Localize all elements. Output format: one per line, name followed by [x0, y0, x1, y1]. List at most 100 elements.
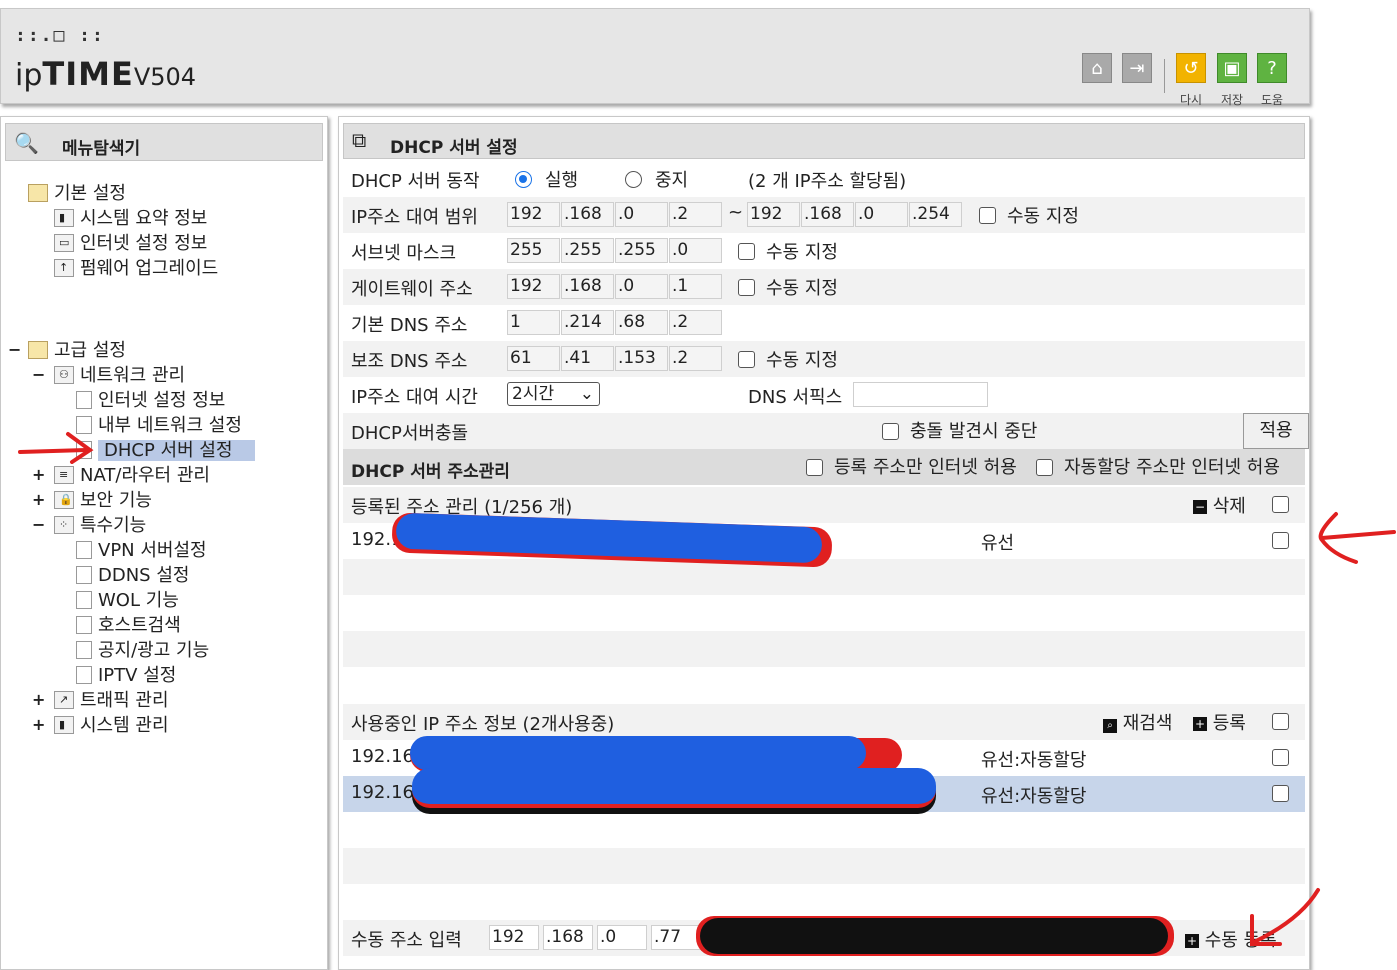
logout-icon[interactable]: ⇥ [1122, 53, 1152, 83]
secondary-dns-octet3[interactable]: .153 [615, 346, 668, 371]
apply-button[interactable]: 적용 [1243, 413, 1309, 449]
run-label: 실행 [545, 170, 579, 191]
secondary-dns-octet1[interactable]: 61 [507, 346, 560, 371]
register-button[interactable]: + 등록 [1193, 709, 1246, 735]
subnet-manual-checkbox[interactable] [738, 243, 755, 260]
chevron-down-icon: ⌄ [579, 384, 594, 404]
lease-time-value: 2시간 [512, 384, 555, 404]
collapse-icon[interactable]: − [8, 340, 21, 359]
sidebar-item-special-functions[interactable]: ⁘ 특수기능 [54, 514, 146, 538]
range-end-octet1[interactable]: 192 [747, 202, 800, 227]
subnet-octet3[interactable]: .255 [615, 238, 668, 263]
page-icon [76, 616, 92, 634]
subnet-octet1[interactable]: 255 [507, 238, 560, 263]
expand-icon[interactable]: + [32, 715, 45, 734]
subnet-manual-label: 수동 지정 [766, 242, 838, 263]
secondary-dns-row: 보조 DNS 주소 61 .41 .153 .2 수동 지정 [343, 341, 1305, 377]
registered-select-all-checkbox[interactable] [1272, 496, 1289, 513]
sidebar-item-internet-info[interactable]: ▭ 인터넷 설정 정보 [54, 232, 207, 256]
range-end-octet4[interactable]: .254 [909, 202, 962, 227]
conflict-row: DHCP서버충돌 충돌 발견시 중단 적용 [343, 413, 1309, 449]
sidebar-item-security[interactable]: 🔒 보안 기능 [54, 489, 152, 513]
secondary-dns-octet2[interactable]: .41 [561, 346, 614, 371]
sidebar-item-vpn[interactable]: VPN 서버설정 [76, 539, 207, 563]
sidebar-item-label: 기본 설정 [54, 183, 126, 204]
sidebar-item-traffic[interactable]: ↗ 트래픽 관리 [54, 689, 169, 713]
primary-dns-octet2[interactable]: .214 [561, 310, 614, 335]
range-end-octet2[interactable]: .168 [801, 202, 854, 227]
rescan-button[interactable]: ⌕ 재검색 [1103, 709, 1172, 735]
empty-row [343, 812, 1305, 848]
empty-row [343, 667, 1305, 703]
primary-dns-octet1[interactable]: 1 [507, 310, 560, 335]
sidebar-item-iptv[interactable]: IPTV 설정 [76, 664, 176, 688]
sidebar-item-advanced-settings[interactable]: 고급 설정 [28, 339, 126, 363]
sidebar-item-nat-router[interactable]: ≡ NAT/라우터 관리 [54, 464, 210, 488]
subnet-octet2[interactable]: .255 [561, 238, 614, 263]
gateway-octet3[interactable]: .0 [615, 274, 668, 299]
expand-icon[interactable]: + [32, 490, 45, 509]
sidebar-item-host-search[interactable]: 호스트검색 [76, 614, 181, 638]
manual-octet4[interactable]: .77 [651, 925, 701, 950]
row-checkbox[interactable] [1272, 532, 1289, 549]
in-use-select-all-checkbox[interactable] [1272, 713, 1289, 730]
redaction-scribble [700, 918, 1168, 954]
registered-only-checkbox[interactable] [806, 459, 823, 476]
primary-dns-octet4[interactable]: .2 [669, 310, 722, 335]
primary-dns-octet3[interactable]: .68 [615, 310, 668, 335]
radio-stop[interactable] [625, 171, 642, 188]
dns-suffix-input[interactable] [853, 382, 988, 407]
manual-octet2[interactable]: .168 [543, 925, 593, 950]
plus-icon: + [1193, 717, 1207, 731]
sidebar-item-label: DDNS 설정 [98, 565, 190, 586]
auto-only-checkbox[interactable] [1036, 459, 1053, 476]
page-icon [76, 591, 92, 609]
row-checkbox[interactable] [1272, 749, 1289, 766]
gateway-row: 게이트웨이 주소 192 .168 .0 .1 수동 지정 [343, 269, 1305, 305]
range-start-octet4[interactable]: .2 [669, 202, 722, 227]
secondary-dns-manual-checkbox[interactable] [738, 351, 755, 368]
gateway-octet2[interactable]: .168 [561, 274, 614, 299]
gateway-octet1[interactable]: 192 [507, 274, 560, 299]
radio-run[interactable] [515, 171, 532, 188]
collapse-icon[interactable]: − [32, 365, 45, 384]
collapse-icon[interactable]: − [32, 515, 45, 534]
manual-octet3[interactable]: .0 [597, 925, 647, 950]
range-start-octet3[interactable]: .0 [615, 202, 668, 227]
sidebar-item-firmware-upgrade[interactable]: ↑ 펌웨어 업그레이드 [54, 257, 218, 281]
secondary-dns-octet4[interactable]: .2 [669, 346, 722, 371]
range-start-octet1[interactable]: 192 [507, 202, 560, 227]
help-icon[interactable]: ? [1257, 53, 1287, 83]
range-start-octet2[interactable]: .168 [561, 202, 614, 227]
range-manual-checkbox[interactable] [979, 207, 996, 224]
page-icon [76, 666, 92, 684]
gateway-manual-label: 수동 지정 [766, 278, 838, 299]
ip-range-row: IP주소 대여 범위 192 .168 .0 .2 ~ 192 .168 .0 … [343, 197, 1305, 233]
gateway-manual-checkbox[interactable] [738, 279, 755, 296]
in-use-header: 사용중인 IP 주소 정보 (2개사용중) ⌕ 재검색 + 등록 [343, 704, 1305, 740]
home-icon[interactable]: ⌂ [1082, 53, 1112, 83]
sidebar-item-system-management[interactable]: ▮ 시스템 관리 [54, 714, 169, 738]
sidebar-item-wol[interactable]: WOL 기능 [76, 589, 179, 613]
sidebar-item-notice-ads[interactable]: 공지/광고 기능 [76, 639, 209, 663]
sidebar-item-basic-settings[interactable]: 기본 설정 [28, 182, 126, 206]
range-end-octet3[interactable]: .0 [855, 202, 908, 227]
save-icon[interactable]: ▣ [1217, 53, 1247, 83]
delete-button[interactable]: − 삭제 [1193, 492, 1246, 518]
sidebar-item-network-management[interactable]: ⚇ 네트워크 관리 [54, 364, 185, 388]
row-checkbox[interactable] [1272, 785, 1289, 802]
conflict-stop-checkbox[interactable] [882, 423, 899, 440]
manual-octet1[interactable]: 192 [489, 925, 539, 950]
undo-icon[interactable]: ↺ [1176, 53, 1206, 83]
plus-icon: + [1185, 934, 1199, 948]
sidebar-item-dhcp-server[interactable]: DHCP 서버 설정 [76, 439, 255, 463]
expand-icon[interactable]: + [32, 465, 45, 484]
gateway-octet4[interactable]: .1 [669, 274, 722, 299]
sidebar-item-ddns[interactable]: DDNS 설정 [76, 564, 189, 588]
sidebar-item-internet-settings[interactable]: 인터넷 설정 정보 [76, 389, 225, 413]
subnet-octet4[interactable]: .0 [669, 238, 722, 263]
sidebar-item-system-summary[interactable]: ▮ 시스템 요약 정보 [54, 207, 207, 231]
sidebar-item-lan-settings[interactable]: 내부 네트워크 설정 [76, 414, 242, 438]
lease-time-select[interactable]: 2시간 ⌄ [507, 382, 600, 406]
expand-icon[interactable]: + [32, 690, 45, 709]
